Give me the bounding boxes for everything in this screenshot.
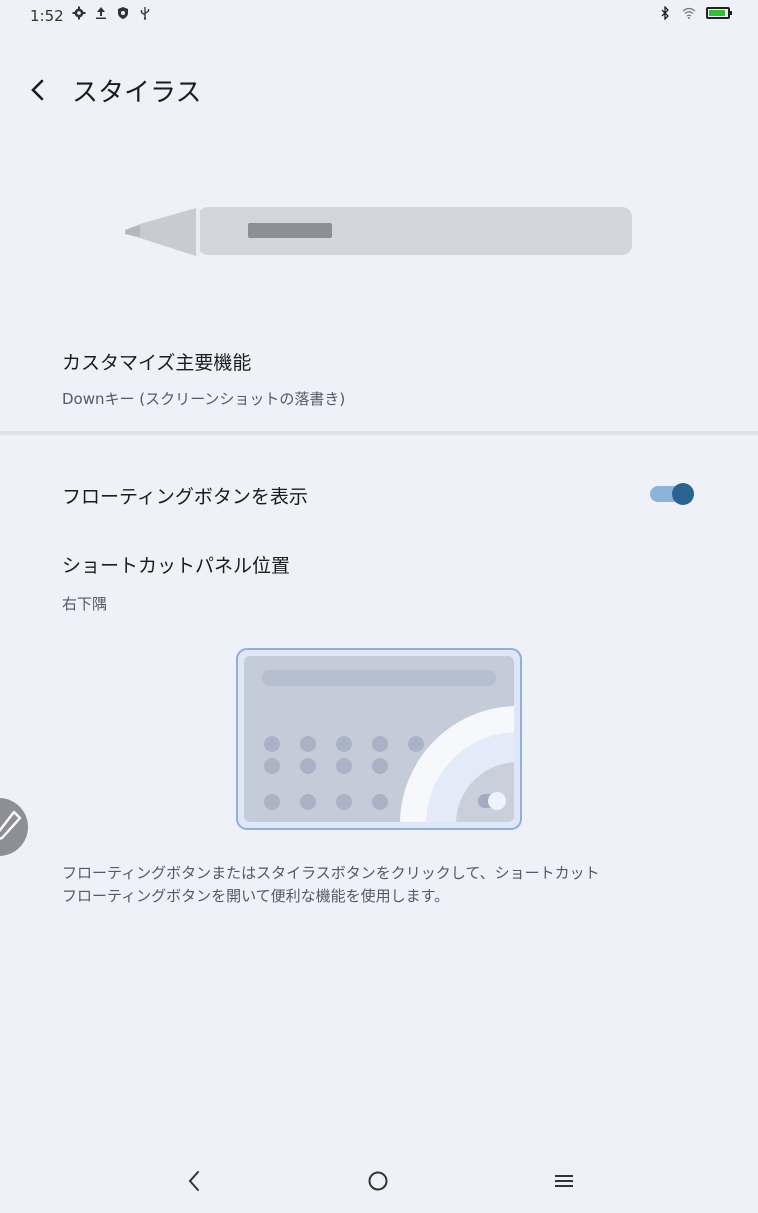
nav-back-icon [188, 1171, 199, 1191]
battery-icon [706, 7, 732, 19]
upload-icon [96, 7, 106, 19]
usb-icon [140, 7, 150, 20]
battery-level [709, 10, 725, 16]
status-bar: 1:52 [0, 0, 758, 34]
wifi-icon [682, 7, 696, 19]
back-button[interactable] [18, 70, 58, 110]
nav-menu-icon [555, 1175, 573, 1187]
status-right-icons [658, 6, 732, 20]
shortcut-panel-preview-image [236, 648, 522, 830]
shield-icon [118, 7, 128, 19]
customize-main-function-item[interactable]: カスタマイズ主要機能 Downキー (スクリーンショットの落書き) [0, 330, 758, 420]
show-floating-button-item[interactable]: フローティングボタンを表示 [0, 465, 758, 525]
app-bar: スタイラス [0, 60, 758, 116]
description-line-2: フローティングボタンを開いて便利な機能を使用します。 [62, 887, 450, 905]
status-left-icons [72, 6, 152, 20]
customize-main-function-title: カスタマイズ主要機能 [62, 352, 252, 374]
chevron-left-icon [31, 79, 44, 101]
stylus-pen-image [125, 207, 632, 256]
shortcut-panel-position-value: 右下隅 [62, 595, 108, 613]
shortcut-panel-position-item[interactable]: ショートカットパネル位置 右下隅 [0, 535, 758, 625]
nav-home-icon [368, 1171, 388, 1191]
floating-stylus-button[interactable] [0, 798, 28, 856]
page-title: スタイラス [72, 78, 202, 108]
pen-icon [0, 810, 22, 840]
description-line-1: フローティングボタンまたはスタイラスボタンをクリックして、ショートカット [62, 864, 600, 882]
floating-button-toggle[interactable] [650, 483, 694, 505]
shortcut-panel-position-title: ショートカットパネル位置 [62, 555, 291, 577]
show-floating-button-title: フローティングボタンを表示 [62, 486, 308, 508]
settings-gear-icon [72, 6, 86, 20]
section-divider [0, 431, 758, 435]
bluetooth-icon [661, 6, 669, 20]
customize-main-function-value: Downキー (スクリーンショットの落書き) [62, 390, 346, 408]
nav-back-button[interactable] [174, 1166, 214, 1196]
nav-home-button[interactable] [358, 1166, 398, 1196]
status-time: 1:52 [30, 7, 64, 25]
nav-recents-button[interactable] [544, 1166, 584, 1196]
toggle-thumb [672, 483, 694, 505]
navigation-bar [0, 1150, 758, 1213]
description-text: フローティングボタンまたはスタイラスボタンをクリックして、ショートカット フロー… [62, 862, 722, 908]
